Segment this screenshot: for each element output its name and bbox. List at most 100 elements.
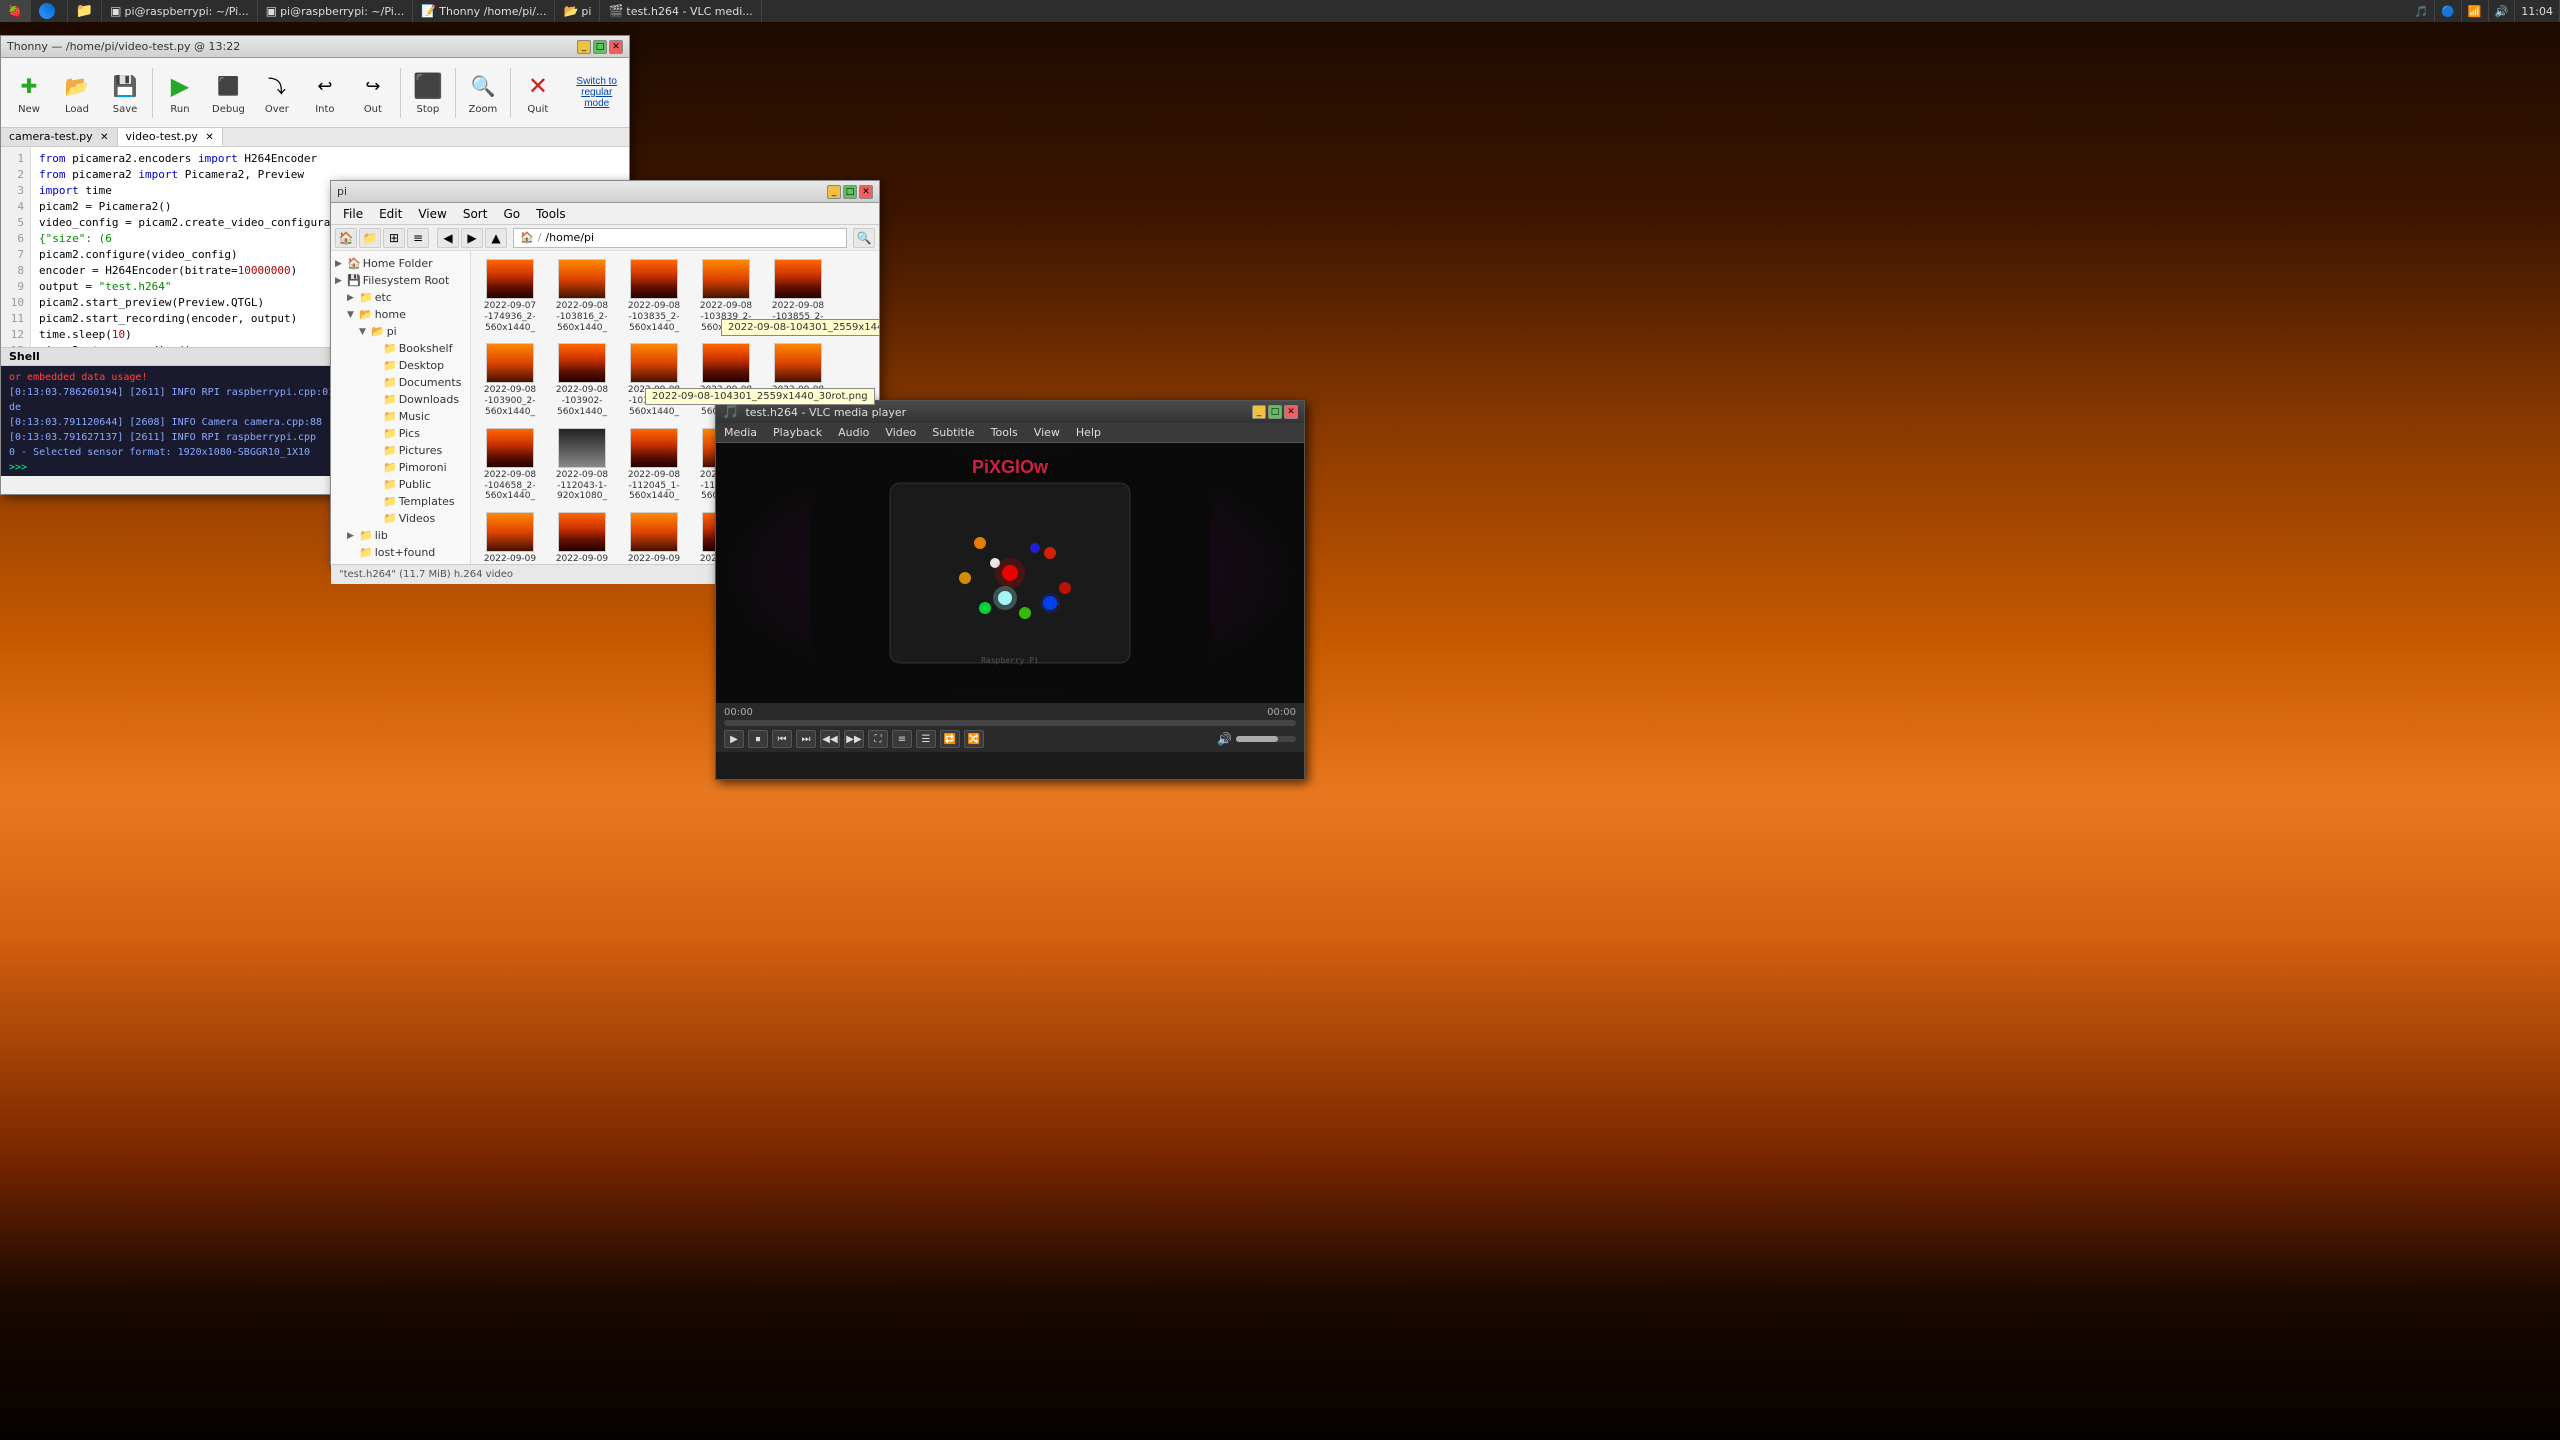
list-item[interactable]: 2022-09-08-112043-1-920x1080_	[547, 424, 617, 506]
sidebar-filesystem-root[interactable]: ▶ 💾 Filesystem Root	[331, 272, 470, 289]
sidebar-pimoroni[interactable]: 📁 Pimoroni	[367, 459, 470, 476]
vlc-playlist-button[interactable]: ☰	[916, 730, 936, 748]
stop-button[interactable]: ⬛ Stop	[404, 66, 452, 119]
out-button[interactable]: ↪ Out	[349, 66, 397, 119]
list-item[interactable]: 2022-09-09T172434_9-920x1080_	[475, 508, 545, 564]
zoom-button[interactable]: 🔍 Zoom	[459, 66, 507, 119]
start-menu-button[interactable]: 🍓	[0, 0, 31, 22]
fm-menu-tools[interactable]: Tools	[528, 204, 574, 223]
vlc-menu-subtitle[interactable]: Subtitle	[924, 423, 982, 442]
vlc-prev-button[interactable]: ⏮	[772, 730, 792, 748]
list-item[interactable]: 2022-09-08-103900_2-560x1440_	[475, 339, 545, 421]
vlc-close-button[interactable]: ✕	[1284, 405, 1298, 419]
taskbar-vlc[interactable]: 🎬 test.h264 - VLC medi...	[600, 0, 761, 22]
vlc-stop-button[interactable]: ⏹	[748, 730, 768, 748]
vlc-menu-video[interactable]: Video	[877, 423, 924, 442]
vlc-loop-button[interactable]: 🔁	[940, 730, 960, 748]
fm-path-bar[interactable]: 🏠 / /home/pi	[513, 228, 847, 248]
thonny-minimize-button[interactable]: _	[577, 40, 591, 54]
vlc-faster-button[interactable]: ▶▶	[844, 730, 864, 748]
sidebar-templates[interactable]: 📁 Templates	[367, 493, 470, 510]
taskbar-filemanager[interactable]: 📁	[68, 0, 102, 22]
sidebar-desktop[interactable]: 📁 Desktop	[367, 357, 470, 374]
vlc-menu-view[interactable]: View	[1026, 423, 1068, 442]
fm-view-icons-button[interactable]: ⊞	[383, 228, 405, 248]
list-item[interactable]: 2022-09-09T17:27:07.6	[619, 508, 689, 564]
vlc-menu-help[interactable]: Help	[1068, 423, 1109, 442]
sidebar-media[interactable]: 📁 media	[343, 561, 470, 564]
fm-home-button[interactable]: 🏠	[335, 228, 357, 248]
switch-mode-button[interactable]: Switch to regular mode	[568, 72, 625, 113]
list-item[interactable]: 2022-09-08-103902-560x1440_	[547, 339, 617, 421]
fm-menu-file[interactable]: File	[335, 204, 371, 223]
volume-icon[interactable]: 🔊	[2489, 0, 2516, 22]
vlc-systray[interactable]: 🎵	[2408, 0, 2435, 22]
list-item[interactable]: 2022-09-08-103909_2-560x1440_	[619, 339, 689, 421]
vlc-next-button[interactable]: ⏭	[796, 730, 816, 748]
thonny-close-button[interactable]: ✕	[609, 40, 623, 54]
vlc-fullscreen-button[interactable]: ⛶	[868, 730, 888, 748]
vlc-volume-slider[interactable]	[1236, 736, 1296, 742]
thonny-maximize-button[interactable]: □	[593, 40, 607, 54]
thonny-titlebar[interactable]: Thonny — /home/pi/video-test.py @ 13:22 …	[1, 36, 629, 58]
sidebar-home-folder[interactable]: ▶ 🏠 Home Folder	[331, 255, 470, 272]
vlc-play-button[interactable]: ▶	[724, 730, 744, 748]
fm-view-list-button[interactable]: ≡	[407, 228, 429, 248]
list-item[interactable]: 2022-09-08-103855_2-560x1440_	[763, 255, 833, 337]
sidebar-videos[interactable]: 📁 Videos	[367, 510, 470, 527]
tab-camera-test[interactable]: camera-test.py ✕	[1, 128, 118, 146]
sidebar-downloads[interactable]: 📁 Downloads	[367, 391, 470, 408]
new-button[interactable]: ✚ New	[5, 66, 53, 119]
taskbar-browser[interactable]	[31, 0, 68, 22]
taskbar-terminal1[interactable]: ▣ pi@raspberrypi: ~/Pi...	[102, 0, 258, 22]
sidebar-music[interactable]: 📁 Music	[367, 408, 470, 425]
list-item[interactable]: 2022-09-08-104658_2-560x1440_	[475, 424, 545, 506]
fm-newfolder-button[interactable]: 📁	[359, 228, 381, 248]
debug-button[interactable]: ⬛ Debug	[204, 66, 253, 119]
fm-menu-edit[interactable]: Edit	[371, 204, 410, 223]
vlc-extended-button[interactable]: ≡	[892, 730, 912, 748]
vlc-random-button[interactable]: 🔀	[964, 730, 984, 748]
fm-up-button[interactable]: ▲	[485, 228, 507, 248]
sidebar-pics[interactable]: 📁 Pics	[367, 425, 470, 442]
vlc-slower-button[interactable]: ◀◀	[820, 730, 840, 748]
vlc-progress-bar-container[interactable]	[724, 720, 1296, 726]
fm-back-button[interactable]: ◀	[437, 228, 459, 248]
vlc-menu-audio[interactable]: Audio	[830, 423, 877, 442]
fm-search-button[interactable]: 🔍	[853, 228, 875, 248]
save-button[interactable]: 💾 Save	[101, 66, 149, 119]
load-button[interactable]: 📂 Load	[53, 66, 101, 119]
vlc-menu-media[interactable]: Media	[716, 423, 765, 442]
vlc-maximize-button[interactable]: □	[1268, 405, 1282, 419]
network-icon[interactable]: 📶	[2462, 0, 2489, 22]
quit-button[interactable]: ✕ Quit	[514, 66, 562, 119]
filemanager-titlebar[interactable]: pi _ □ ✕	[331, 181, 879, 203]
sidebar-documents[interactable]: 📁 Documents	[367, 374, 470, 391]
list-item[interactable]: 2022-09-08-103835_2-560x1440_	[619, 255, 689, 337]
fm-forward-button[interactable]: ▶	[461, 228, 483, 248]
list-item[interactable]: 2022-09-08-103839_2-560x1440_	[691, 255, 761, 337]
list-item[interactable]: 2022-09-08-112045_1-560x1440_	[619, 424, 689, 506]
fm-maximize-button[interactable]: □	[843, 185, 857, 199]
sidebar-bookshelf[interactable]: 📁 Bookshelf	[367, 340, 470, 357]
vlc-titlebar[interactable]: 🎵 test.h264 - VLC media player _ □ ✕	[716, 401, 1304, 423]
vlc-menu-playback[interactable]: Playback	[765, 423, 830, 442]
vlc-minimize-button[interactable]: _	[1252, 405, 1266, 419]
fm-menu-go[interactable]: Go	[495, 204, 528, 223]
fm-minimize-button[interactable]: _	[827, 185, 841, 199]
sidebar-lost-found[interactable]: 📁 lost+found	[343, 544, 470, 561]
vlc-mute-icon[interactable]: 🔊	[1217, 732, 1232, 746]
fm-menu-view[interactable]: View	[410, 204, 454, 223]
taskbar-terminal2[interactable]: ▣ pi@raspberrypi: ~/Pi...	[258, 0, 414, 22]
into-button[interactable]: ↩ Into	[301, 66, 349, 119]
list-item[interactable]: 2022-09-07-174936_2-560x1440_	[475, 255, 545, 337]
tab-video-close-icon[interactable]: ✕	[205, 132, 213, 143]
sidebar-home[interactable]: ▼ 📂 home	[343, 306, 470, 323]
tab-camera-close-icon[interactable]: ✕	[100, 132, 108, 143]
fm-close-button[interactable]: ✕	[859, 185, 873, 199]
over-button[interactable]: ⤵ Over	[253, 66, 301, 119]
sidebar-public[interactable]: 📁 Public	[367, 476, 470, 493]
sidebar-pi[interactable]: ▼ 📂 pi	[355, 323, 470, 340]
tab-video-test[interactable]: video-test.py ✕	[118, 128, 223, 146]
bluetooth-icon[interactable]: 🔵	[2435, 0, 2462, 22]
